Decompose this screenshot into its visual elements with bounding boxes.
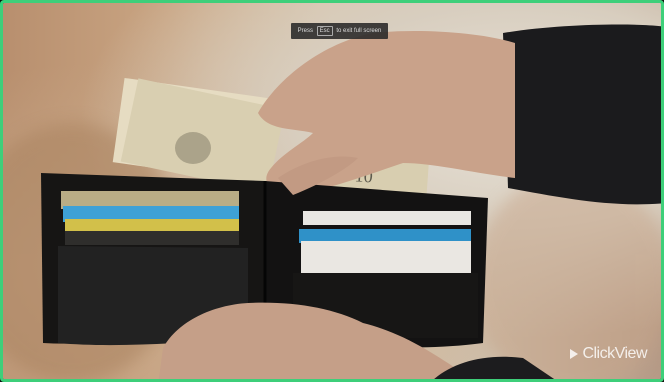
notice-prefix: Press (297, 28, 313, 34)
fullscreen-exit-notice: Press Esc to exit full screen (291, 23, 388, 39)
video-scene: 10 (41, 24, 661, 379)
video-player-frame[interactable]: 10 (0, 0, 664, 382)
clickview-watermark: ClickView (570, 345, 647, 363)
watermark-text: ClickView (582, 345, 647, 362)
play-icon (570, 349, 579, 359)
esc-key-badge: Esc (316, 26, 333, 36)
notice-suffix: to exit full screen (336, 28, 382, 34)
video-frame[interactable]: 10 (3, 3, 661, 379)
